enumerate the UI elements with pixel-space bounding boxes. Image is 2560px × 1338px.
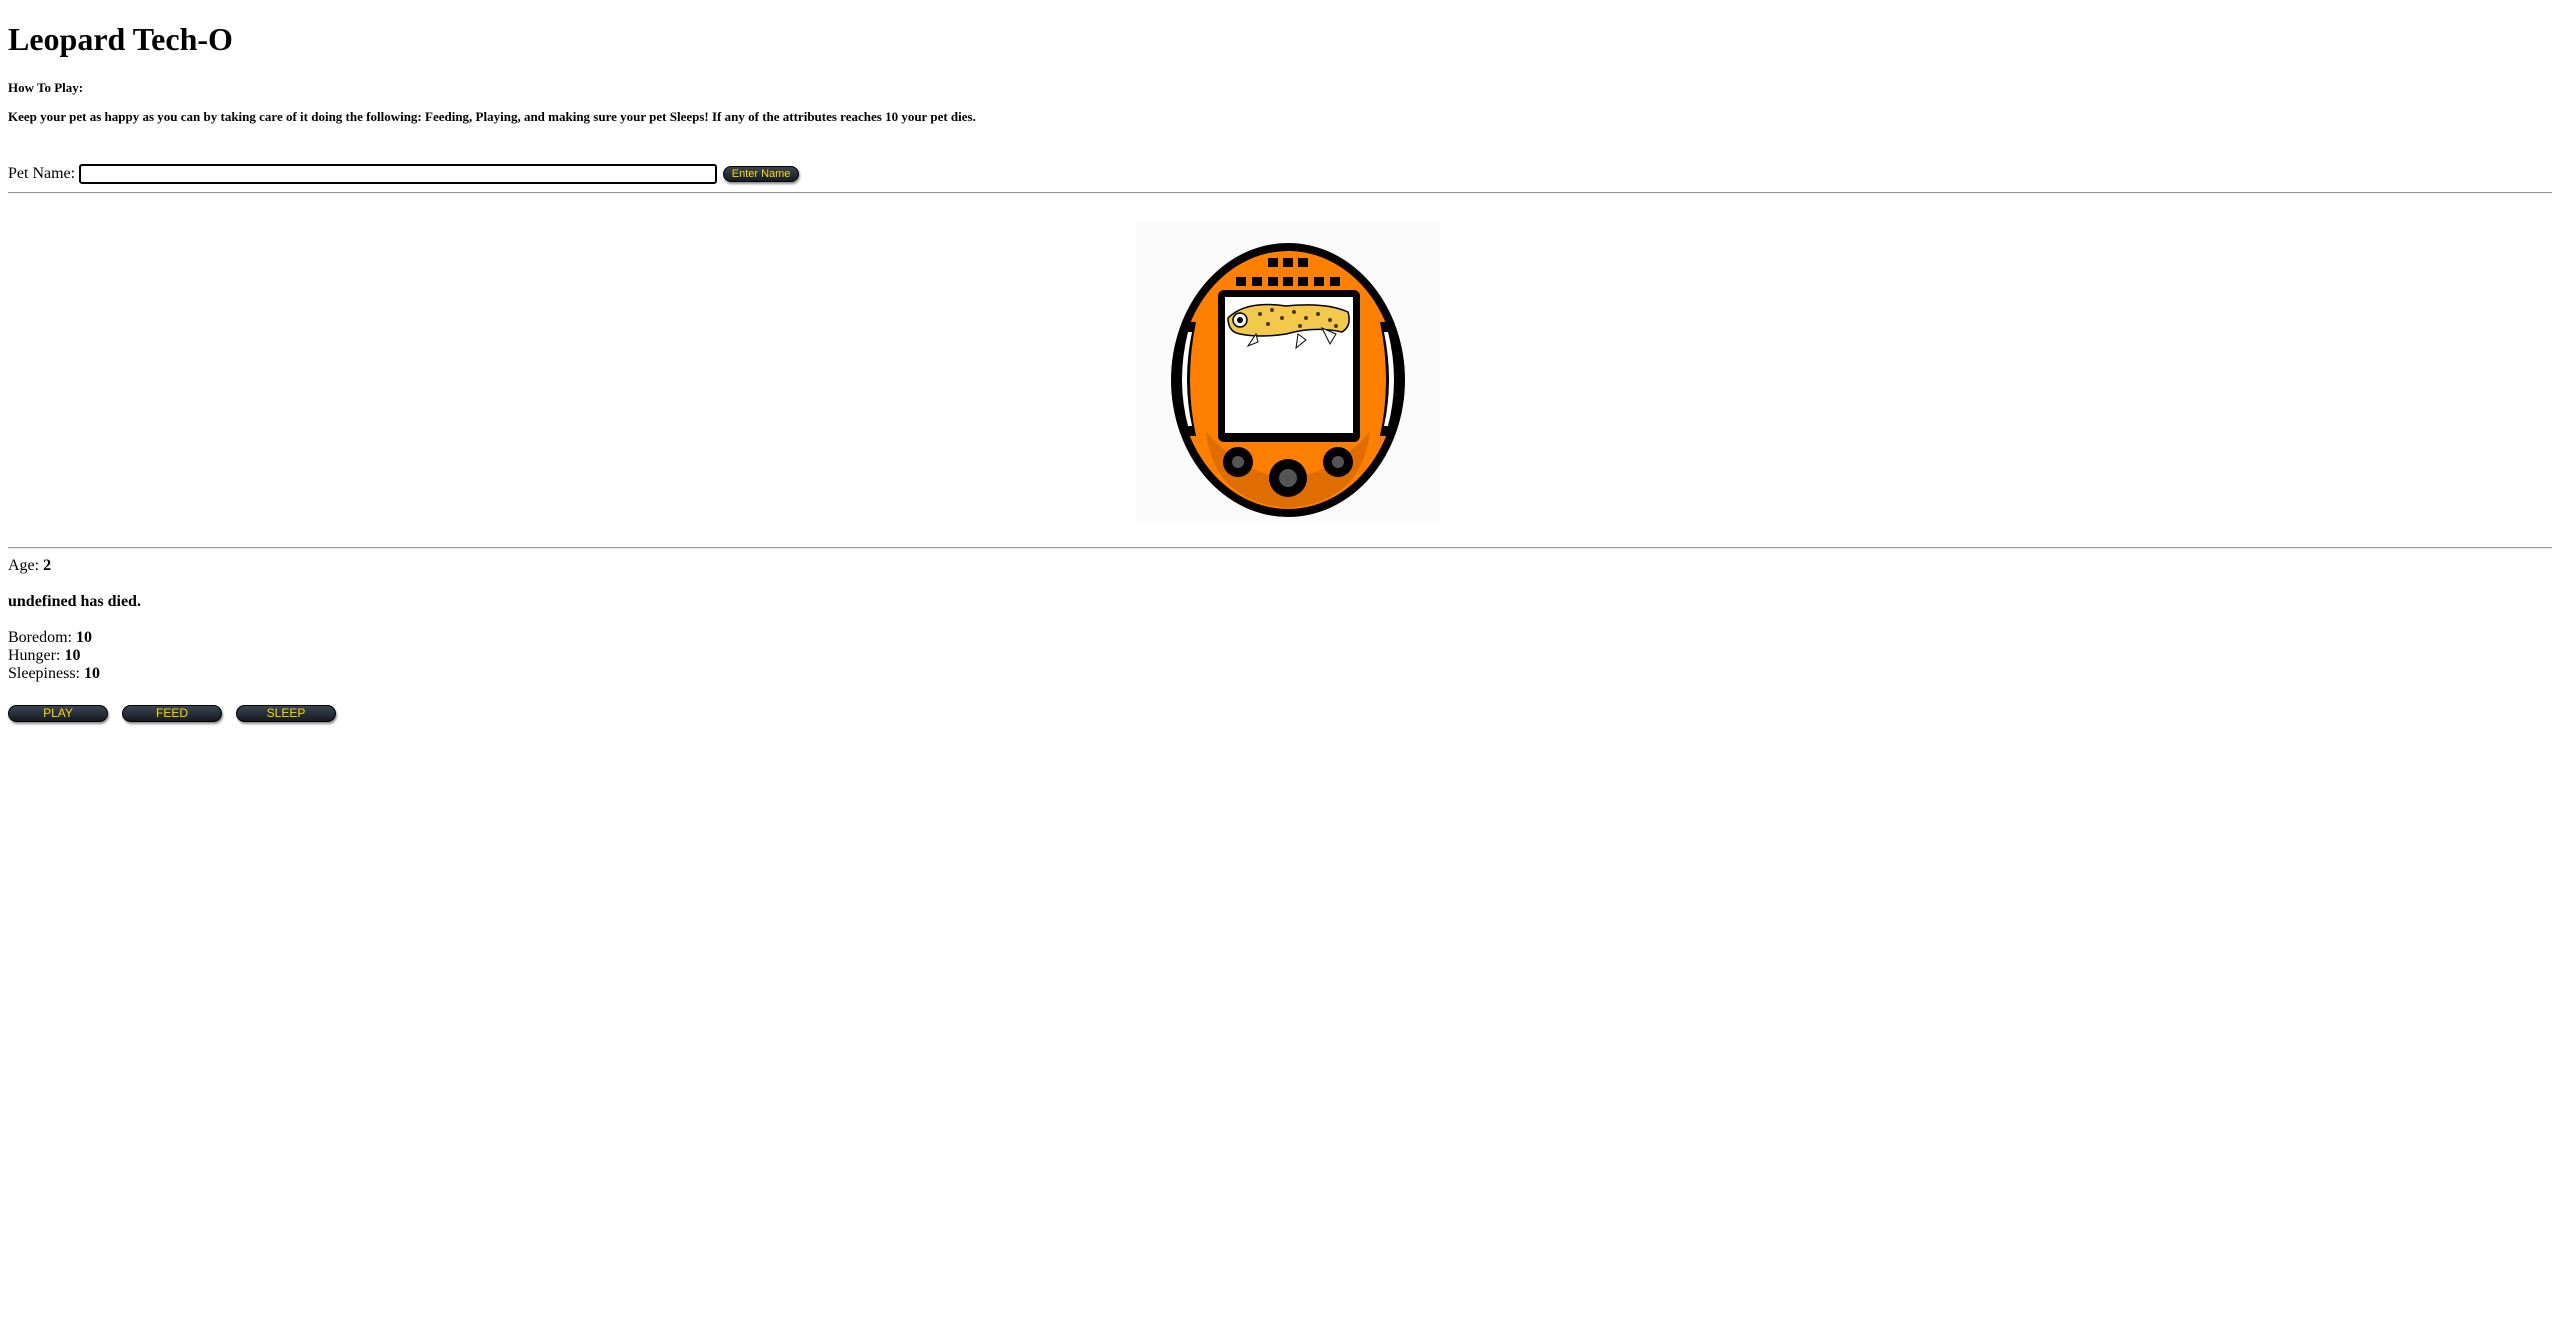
pet-name-form: Pet Name: Enter Name (8, 163, 800, 185)
divider-top (8, 192, 2552, 194)
gecko-device-icon (1136, 222, 1440, 524)
stat-sleepiness: Sleepiness: 10 (8, 665, 100, 683)
age-value: 2 (43, 557, 52, 574)
stat-value: 10 (84, 665, 100, 682)
enter-name-button[interactable]: Enter Name (723, 166, 800, 182)
page-title: Leopard Tech-O (8, 21, 233, 57)
action-buttons: PLAY FEED SLEEP (8, 705, 350, 722)
stat-hunger: Hunger: 10 (8, 647, 100, 665)
how-to-play-text: Keep your pet as happy as you can by tak… (8, 109, 976, 124)
sleep-button[interactable]: SLEEP (236, 705, 336, 722)
pet-stats: Boredom: 10 Hunger: 10 Sleepiness: 10 (8, 629, 100, 683)
how-to-play-heading: How To Play: (8, 80, 84, 95)
stat-label: Sleepiness: (8, 665, 80, 682)
stat-value: 10 (76, 629, 92, 646)
divider-bottom (8, 547, 2552, 549)
age-label: Age: (8, 557, 40, 574)
pet-status-message: undefined has died. (8, 593, 141, 610)
age-row: Age: 2 (8, 557, 51, 575)
stat-label: Hunger: (8, 647, 61, 664)
pet-name-label: Pet Name: (8, 165, 76, 182)
tamagotchi-device-image (1136, 222, 1440, 524)
feed-button[interactable]: FEED (122, 705, 222, 722)
stat-value: 10 (64, 647, 81, 664)
stat-boredom: Boredom: 10 (8, 629, 100, 647)
stat-label: Boredom: (8, 629, 72, 646)
play-button[interactable]: PLAY (8, 705, 108, 722)
pet-name-input[interactable] (79, 164, 718, 184)
